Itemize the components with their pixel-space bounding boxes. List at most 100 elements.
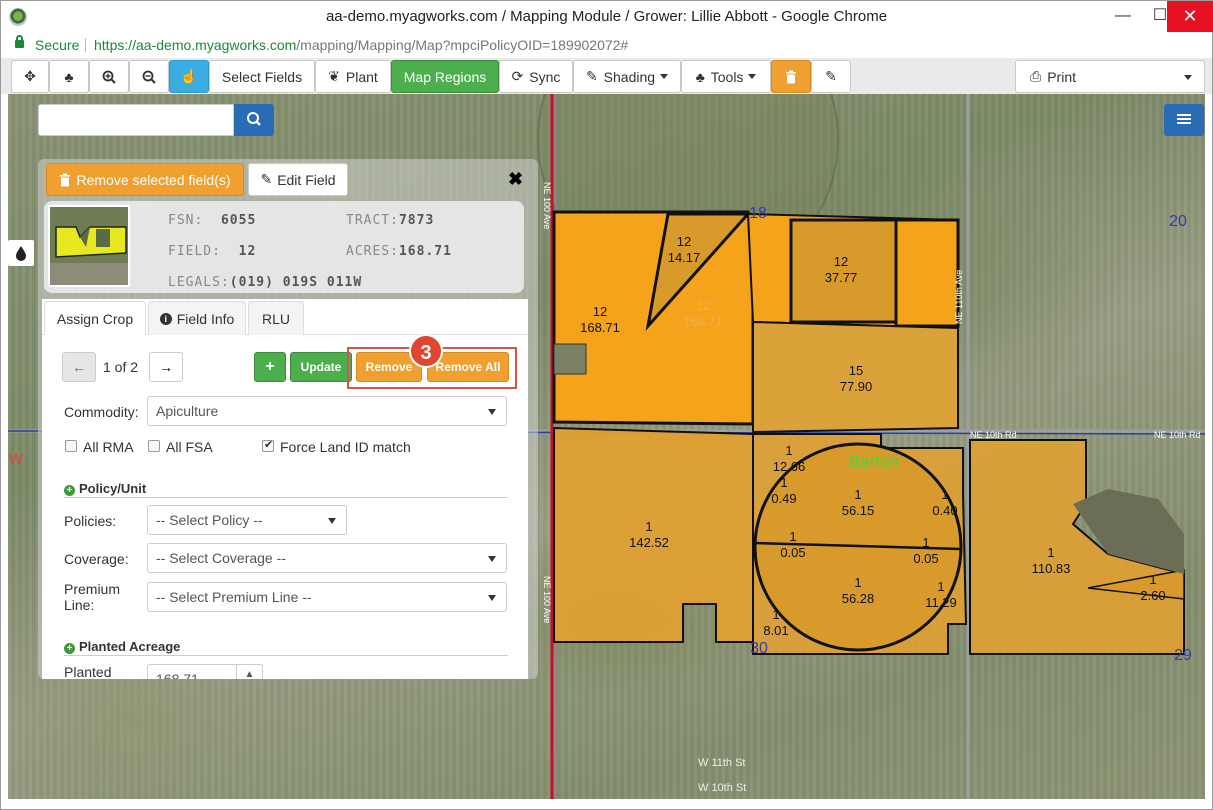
field-number-label: 15 xyxy=(849,363,863,378)
town-label: Barton xyxy=(849,452,899,471)
field-info-card: FSN: 6055 TRACT:7873 FIELD: 12 ACRES:168… xyxy=(44,201,524,293)
tools-label: Tools xyxy=(710,68,744,85)
field-number-label: 1 xyxy=(854,575,861,590)
window-title: aa-demo.myagworks.com / Mapping Module /… xyxy=(325,8,888,25)
legals-value: (019) 019S 011W xyxy=(229,275,363,290)
policies-label: Policies: xyxy=(64,513,117,529)
tree-button[interactable]: ♣ xyxy=(49,60,89,93)
premium-line-select[interactable]: -- Select Premium Line -- xyxy=(147,582,507,612)
field-acres-label: 142.52 xyxy=(629,535,669,550)
pager-text: 1 of 2 xyxy=(103,359,139,375)
tab-field-info[interactable]: i Field Info xyxy=(148,301,246,335)
acres-value: 168.71 xyxy=(398,244,452,259)
leaf-icon: ❦ xyxy=(328,68,340,84)
planted-input[interactable]: 168.71 ▲ xyxy=(147,664,263,679)
remove-selected-label: Remove selected field(s) xyxy=(76,171,231,188)
homestead xyxy=(553,343,587,375)
search-icon xyxy=(247,112,261,126)
update-button[interactable]: Update xyxy=(290,352,352,382)
force-land-id-checkbox[interactable] xyxy=(262,438,274,452)
edit-field-button[interactable]: ✎ Edit Field xyxy=(248,163,348,196)
fsn-label: FSN: xyxy=(168,213,204,228)
all-rma-checkbox[interactable] xyxy=(65,440,77,452)
field-acres-label: 77.90 xyxy=(840,379,873,394)
sync-button[interactable]: ⟳ Sync xyxy=(499,60,573,93)
zoom-in-button[interactable] xyxy=(89,60,129,93)
policies-select[interactable]: -- Select Policy -- xyxy=(147,505,347,535)
step-badge: 3 xyxy=(409,334,443,368)
commodity-select[interactable]: Apiculture xyxy=(147,396,507,426)
section-number-label: 18 xyxy=(749,205,767,222)
window-titlebar: aa-demo.myagworks.com / Mapping Module /… xyxy=(0,0,1213,33)
field-value: 12 xyxy=(238,244,257,259)
field-acres-label: 2.60 xyxy=(1140,588,1165,603)
next-button[interactable]: → xyxy=(149,352,183,382)
lock-icon xyxy=(15,35,24,48)
road-name-label: W 11th St xyxy=(698,757,745,769)
edit-field-label: Edit Field xyxy=(277,171,336,188)
map-search-input[interactable] xyxy=(38,104,234,136)
close-window-button[interactable]: ✕ xyxy=(1167,1,1213,33)
select-fields-button[interactable]: Select Fields xyxy=(209,60,315,93)
print-dropdown[interactable]: ⎙ Print xyxy=(1015,60,1205,93)
field-number-label: 1 xyxy=(1047,545,1054,560)
edit-button[interactable]: ✎ xyxy=(811,60,851,93)
shading-dropdown[interactable]: ✎ Shading xyxy=(573,60,681,93)
field-acres-label: 12.66 xyxy=(773,459,806,474)
all-fsa-checkbox[interactable] xyxy=(148,440,160,452)
tract-label: TRACT: xyxy=(346,213,399,228)
edge-label: W xyxy=(9,451,24,468)
force-land-id-label: Force Land ID match xyxy=(280,439,411,455)
field-label: FIELD: xyxy=(168,244,221,259)
field-number-label: 1 xyxy=(937,579,944,594)
plant-label: Plant xyxy=(345,68,378,85)
field-number-label: 12 xyxy=(677,234,691,249)
url-text[interactable]: https://aa-demo.myagworks.com/mapping/Ma… xyxy=(94,37,628,53)
add-button[interactable]: + xyxy=(254,352,286,382)
map-menu-button[interactable] xyxy=(1164,104,1204,136)
road-name-label: NE 10th Rd xyxy=(970,430,1017,440)
close-panel-button[interactable]: ✖ xyxy=(508,169,523,190)
legals-label: LEGALS: xyxy=(168,275,230,290)
coverage-select[interactable]: -- Select Coverage -- xyxy=(147,543,507,573)
section-number-label: 20 xyxy=(1169,213,1187,230)
map-toolbar: ✥ ♣ ☝ Select Fields ❦ Plant Map Regions ⟳… xyxy=(0,58,1213,94)
section-number-label: 29 xyxy=(1174,647,1192,664)
field-number-label: 1 xyxy=(922,535,929,550)
zoom-out-button[interactable] xyxy=(129,60,169,93)
road-name-label: NE 110th Ave xyxy=(954,270,964,324)
field-acres-label: 168.71 xyxy=(683,314,723,329)
shading-label: Shading xyxy=(603,68,656,85)
select-hand-button[interactable]: ☝ xyxy=(169,60,209,93)
map-search-button[interactable] xyxy=(234,104,274,136)
field-thumbnail xyxy=(48,205,130,287)
stepper-up-icon[interactable]: ▲ xyxy=(236,665,262,679)
field-acres-label: 0.05 xyxy=(913,551,938,566)
prev-button[interactable]: ← xyxy=(62,352,96,382)
url-host: https://aa-demo.myagworks.com xyxy=(94,37,297,53)
move-arrows-icon: ✥ xyxy=(24,68,36,84)
plant-button[interactable]: ❦ Plant xyxy=(315,60,391,93)
brush-icon: ✎ xyxy=(585,68,598,84)
field-12-east[interactable] xyxy=(894,218,960,328)
tab-rlu[interactable]: RLU xyxy=(248,301,304,335)
window-border xyxy=(0,94,8,799)
water-drop-button[interactable] xyxy=(8,240,34,266)
address-bar[interactable]: Secure https://aa-demo.myagworks.com/map… xyxy=(0,32,1213,58)
tab-assign-crop[interactable]: Assign Crop xyxy=(44,301,146,335)
field-number-label: 12 xyxy=(834,254,848,269)
planted-acreage-title: Planted Acreage xyxy=(79,639,181,654)
delete-button[interactable] xyxy=(771,60,811,93)
divider xyxy=(64,497,508,498)
map-regions-button[interactable]: Map Regions xyxy=(391,60,499,93)
pan-button[interactable]: ✥ xyxy=(11,60,49,93)
road-name-label: W 10th St xyxy=(698,782,746,794)
field-panel: Remove selected field(s) ✎ Edit Field ✖ F… xyxy=(38,159,538,679)
tools-dropdown[interactable]: ♣ Tools xyxy=(681,60,771,93)
remove-selected-fields-button[interactable]: Remove selected field(s) xyxy=(46,163,244,196)
acres-label: ACRES: xyxy=(346,244,399,259)
field-acres-label: 0.49 xyxy=(771,491,796,506)
field-number-label: 1 xyxy=(1149,572,1156,587)
field-number-label: 12 xyxy=(593,304,607,319)
edit-icon: ✎ xyxy=(260,171,273,187)
